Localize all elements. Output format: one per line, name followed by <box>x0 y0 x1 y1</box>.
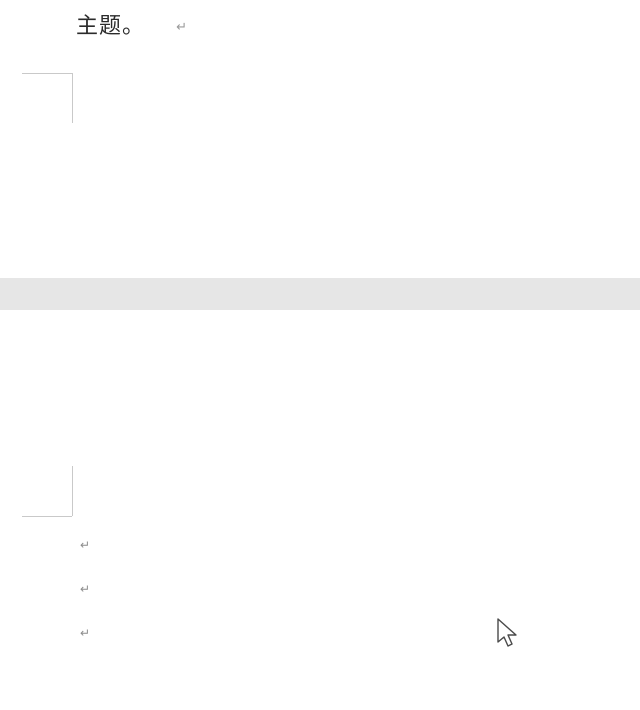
margin-corner-bottom-left <box>22 73 72 123</box>
paragraph-mark-icon: ↵ <box>176 19 188 34</box>
paragraph-mark-icon: ↵ <box>80 538 90 552</box>
body-text-line[interactable]: 主题。 ↵ <box>76 8 188 40</box>
text-run[interactable]: 主题。 <box>76 13 145 38</box>
margin-corner-top-left <box>22 466 72 516</box>
paragraph-mark-icon: ↵ <box>80 582 90 596</box>
document-page-2[interactable]: ↵ ↵ ↵ <box>0 310 640 710</box>
document-page-1[interactable]: 主题。 ↵ <box>0 0 640 278</box>
paragraph-mark-icon: ↵ <box>80 626 90 640</box>
